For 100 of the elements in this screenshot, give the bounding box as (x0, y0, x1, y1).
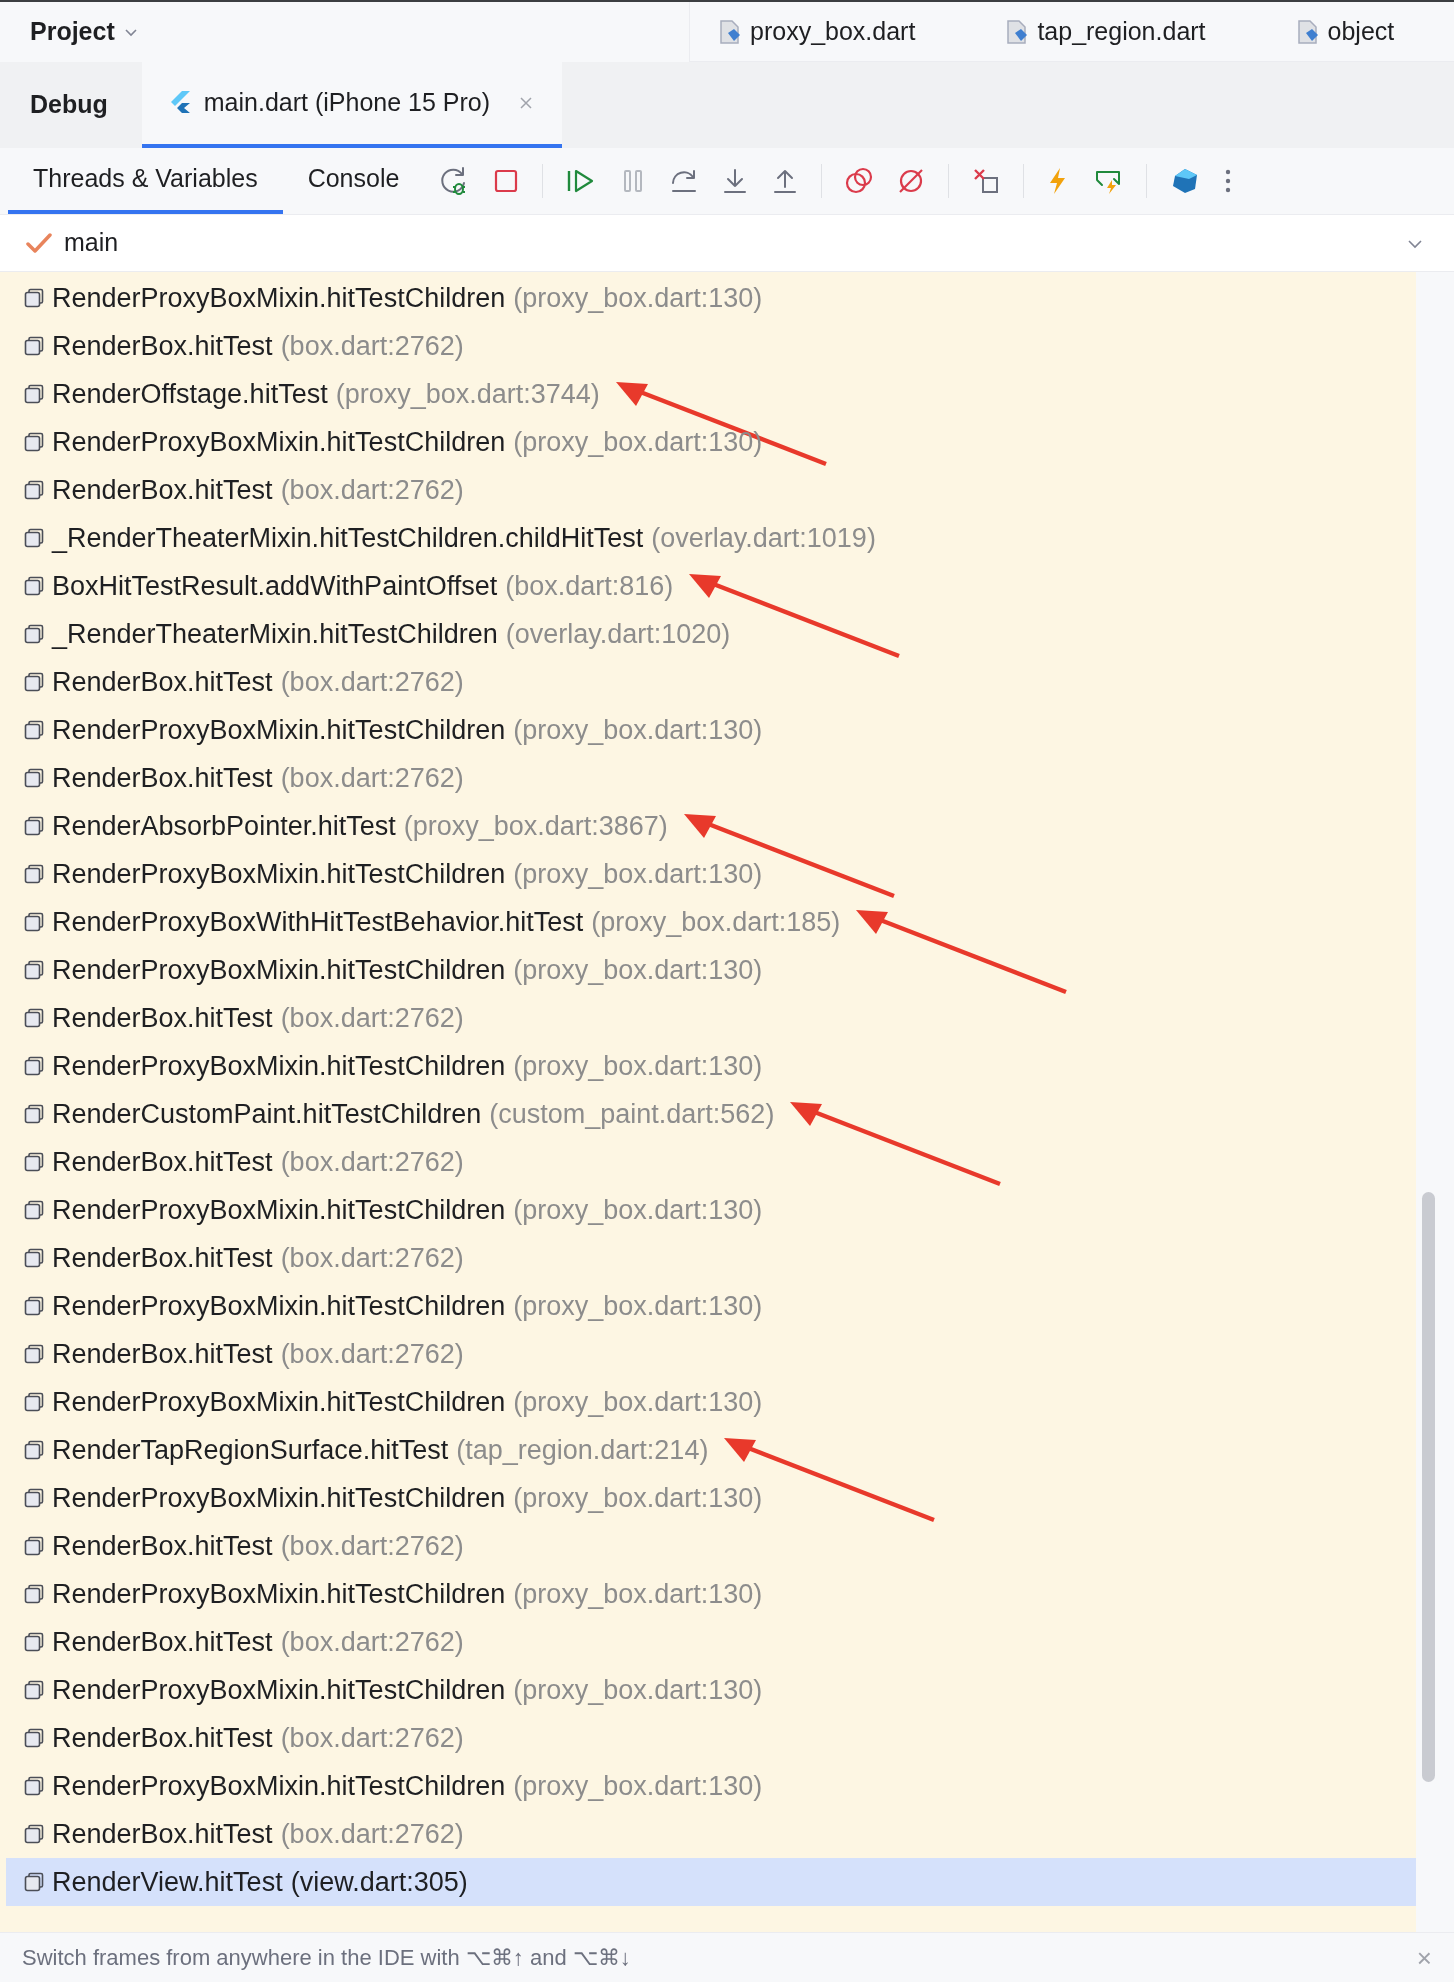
frame-icon[interactable] (24, 1296, 44, 1316)
method-name: RenderProxyBoxMixin.hitTestChildren (52, 1289, 506, 1323)
stack-frame-row[interactable]: RenderProxyBoxMixin.hitTestChildren (proxy_box.dart:130) (6, 1378, 1416, 1426)
stack-frame-row[interactable]: RenderProxyBoxMixin.hitTestChildren (proxy_box.dart:130) (6, 1666, 1416, 1714)
stack-frame-row[interactable]: RenderProxyBoxMixin.hitTestChildren (proxy_box.dart:130) (6, 1762, 1416, 1810)
stack-frame-row[interactable]: RenderProxyBoxMixin.hitTestChildren (proxy_box.dart:130) (6, 274, 1416, 322)
frame-icon[interactable] (24, 1728, 44, 1748)
frame-icon[interactable] (24, 912, 44, 932)
stack-frame-row[interactable]: RenderBox.hitTest (box.dart:2762) (6, 1234, 1416, 1282)
frame-location: (tap_region.dart:214) (456, 1433, 709, 1467)
frame-icon[interactable] (24, 1824, 44, 1844)
method-name: RenderBox.hitTest (52, 665, 273, 699)
breakpoints-icon[interactable] (844, 166, 875, 196)
method-name: RenderAbsorbPointer.hitTest (52, 809, 396, 843)
frame-location: (box.dart:2762) (280, 665, 464, 699)
frame-icon[interactable] (24, 1584, 44, 1604)
panel-title[interactable]: Project (30, 13, 115, 51)
frame-icon[interactable] (24, 1248, 44, 1268)
stack-frame-row[interactable]: RenderProxyBoxMixin.hitTestChildren (proxy_box.dart:130) (6, 706, 1416, 754)
frame-icon[interactable] (24, 1104, 44, 1124)
checkmark-icon[interactable] (26, 232, 52, 254)
stack-frame-row[interactable]: RenderBox.hitTest (box.dart:2762) (6, 1138, 1416, 1186)
frame-icon[interactable] (24, 1536, 44, 1556)
frame-icon[interactable] (24, 816, 44, 836)
frame-location: (custom_paint.dart:562) (489, 1097, 775, 1131)
scrollbar-thumb[interactable] (1422, 1192, 1435, 1782)
method-name: RenderProxyBoxMixin.hitTestChildren (52, 1385, 506, 1419)
stack-frame-row[interactable]: RenderTapRegionSurface.hitTest (tap_region.dart:214) (6, 1426, 713, 1474)
panel-tab[interactable]: Console (282, 148, 425, 214)
frame-location: (box.dart:2762) (280, 1721, 464, 1755)
stack-frame-row[interactable]: BoxHitTestResult.addWithPaintOffset (box.dart:816) (6, 562, 678, 610)
frame-location: (proxy_box.dart:130) (513, 1481, 763, 1515)
frame-icon[interactable] (24, 384, 44, 404)
frame-icon[interactable] (24, 1056, 44, 1076)
stack-frame-row[interactable]: RenderProxyBoxMixin.hitTestChildren (proxy_box.dart:130) (6, 946, 1416, 994)
frame-icon[interactable] (24, 1152, 44, 1172)
method-name: RenderBox.hitTest (52, 1337, 273, 1371)
frame-location: (box.dart:2762) (280, 473, 464, 507)
frame-icon[interactable] (24, 960, 44, 980)
frame-icon[interactable] (24, 1008, 44, 1028)
flutter-icon[interactable] (169, 90, 192, 116)
editor-tab[interactable]: object (1295, 12, 1395, 51)
frame-icon[interactable] (24, 864, 44, 884)
frame-icon[interactable] (24, 288, 44, 308)
stack-frame-row[interactable]: RenderProxyBoxMixin.hitTestChildren (proxy_box.dart:130) (6, 1474, 1416, 1522)
method-name: RenderBox.hitTest (52, 1145, 273, 1179)
frame-icon[interactable] (24, 768, 44, 788)
frame-icon[interactable] (24, 1872, 44, 1892)
stack-frame-row[interactable]: RenderBox.hitTest (box.dart:2762) (6, 322, 1416, 370)
stack-frame-row[interactable]: RenderCustomPaint.hitTestChildren (custom_paint.dart:562) (6, 1090, 779, 1138)
stack-frame-row[interactable]: RenderAbsorbPointer.hitTest (proxy_box.dart:3867) (6, 802, 672, 850)
frame-icon[interactable] (24, 1488, 44, 1508)
frame-icon[interactable] (24, 576, 44, 596)
method-name: RenderBox.hitTest (52, 1241, 273, 1275)
stack-frame-row[interactable]: RenderProxyBoxMixin.hitTestChildren (proxy_box.dart:130) (6, 418, 1416, 466)
stack-frame-row[interactable]: RenderProxyBoxMixin.hitTestChildren (proxy_box.dart:130) (6, 1570, 1416, 1618)
file-icon[interactable] (1295, 18, 1320, 45)
stack-frame-row[interactable]: RenderProxyBoxWithHitTestBehavior.hitTest (proxy_box.dart:185) (6, 898, 845, 946)
frame-icon[interactable] (24, 1632, 44, 1652)
frame-location: (view.dart:305) (290, 1865, 468, 1899)
frame-icon[interactable] (24, 624, 44, 644)
stack-frame-row[interactable]: RenderBox.hitTest (box.dart:2762) (6, 466, 1416, 514)
frame-icon[interactable] (24, 1776, 44, 1796)
frame-icon[interactable] (24, 1200, 44, 1220)
stack-frame-row[interactable]: RenderProxyBoxMixin.hitTestChildren (proxy_box.dart:130) (6, 1186, 1416, 1234)
stack-frame-row[interactable]: RenderProxyBoxMixin.hitTestChildren (proxy_box.dart:130) (6, 1042, 1416, 1090)
frame-icon[interactable] (24, 720, 44, 740)
stack-frame-row[interactable]: RenderBox.hitTest (box.dart:2762) (6, 754, 1416, 802)
stack-frame-row[interactable]: RenderBox.hitTest (box.dart:2762) (6, 1618, 1416, 1666)
frame-icon[interactable] (24, 432, 44, 452)
stack-frame-row[interactable]: RenderProxyBoxMixin.hitTestChildren (proxy_box.dart:130) (6, 1282, 1416, 1330)
frame-icon[interactable] (24, 336, 44, 356)
frame-location: (proxy_box.dart:130) (513, 1673, 763, 1707)
stack-frame-row[interactable]: RenderBox.hitTest (box.dart:2762) (6, 1330, 1416, 1378)
file-icon[interactable] (718, 18, 742, 45)
editor-tab[interactable]: proxy_box.dart (718, 12, 916, 51)
stack-frame-row[interactable]: _RenderTheaterMixin.hitTestChildren.childHitTest (overlay.dart:1019) (6, 514, 1416, 562)
stack-frame-row[interactable]: RenderBox.hitTest (box.dart:2762) (6, 994, 1416, 1042)
frame-location: (box.dart:2762) (280, 1337, 464, 1371)
stack-frame-row[interactable]: RenderOffstage.hitTest (proxy_box.dart:3744) (6, 370, 604, 418)
editor-tab[interactable]: tap_region.dart (1005, 12, 1206, 51)
frame-icon[interactable] (24, 1440, 44, 1460)
stack-frame-row[interactable]: _RenderTheaterMixin.hitTestChildren (overlay.dart:1020) (6, 610, 1416, 658)
stack-frame-row[interactable]: RenderBox.hitTest (box.dart:2762) (6, 1522, 1416, 1570)
frame-icon[interactable] (24, 1392, 44, 1412)
file-icon[interactable] (1005, 18, 1030, 45)
frame-icon[interactable] (24, 480, 44, 500)
session-tab[interactable]: main.dart (iPhone 15 Pro) (141, 62, 563, 148)
stack-frame-row[interactable]: RenderView.hitTest (view.dart:305) (6, 1858, 1416, 1906)
method-name: RenderProxyBoxMixin.hitTestChildren (52, 953, 506, 987)
frame-icon[interactable] (24, 528, 44, 548)
stack-frame-row[interactable]: RenderBox.hitTest (box.dart:2762) (6, 658, 1416, 706)
frame-icon[interactable] (24, 1344, 44, 1364)
stack-frame-row[interactable]: RenderProxyBoxMixin.hitTestChildren (proxy_box.dart:130) (6, 850, 1416, 898)
frame-icon[interactable] (24, 1680, 44, 1700)
frame-icon[interactable] (24, 672, 44, 692)
frame-location: (overlay.dart:1020) (505, 617, 731, 651)
stack-frame-row[interactable]: RenderBox.hitTest (box.dart:2762) (6, 1714, 1416, 1762)
stack-frame-row[interactable]: RenderBox.hitTest (box.dart:2762) (6, 1810, 1416, 1858)
method-name: RenderProxyBoxMixin.hitTestChildren (52, 857, 506, 891)
